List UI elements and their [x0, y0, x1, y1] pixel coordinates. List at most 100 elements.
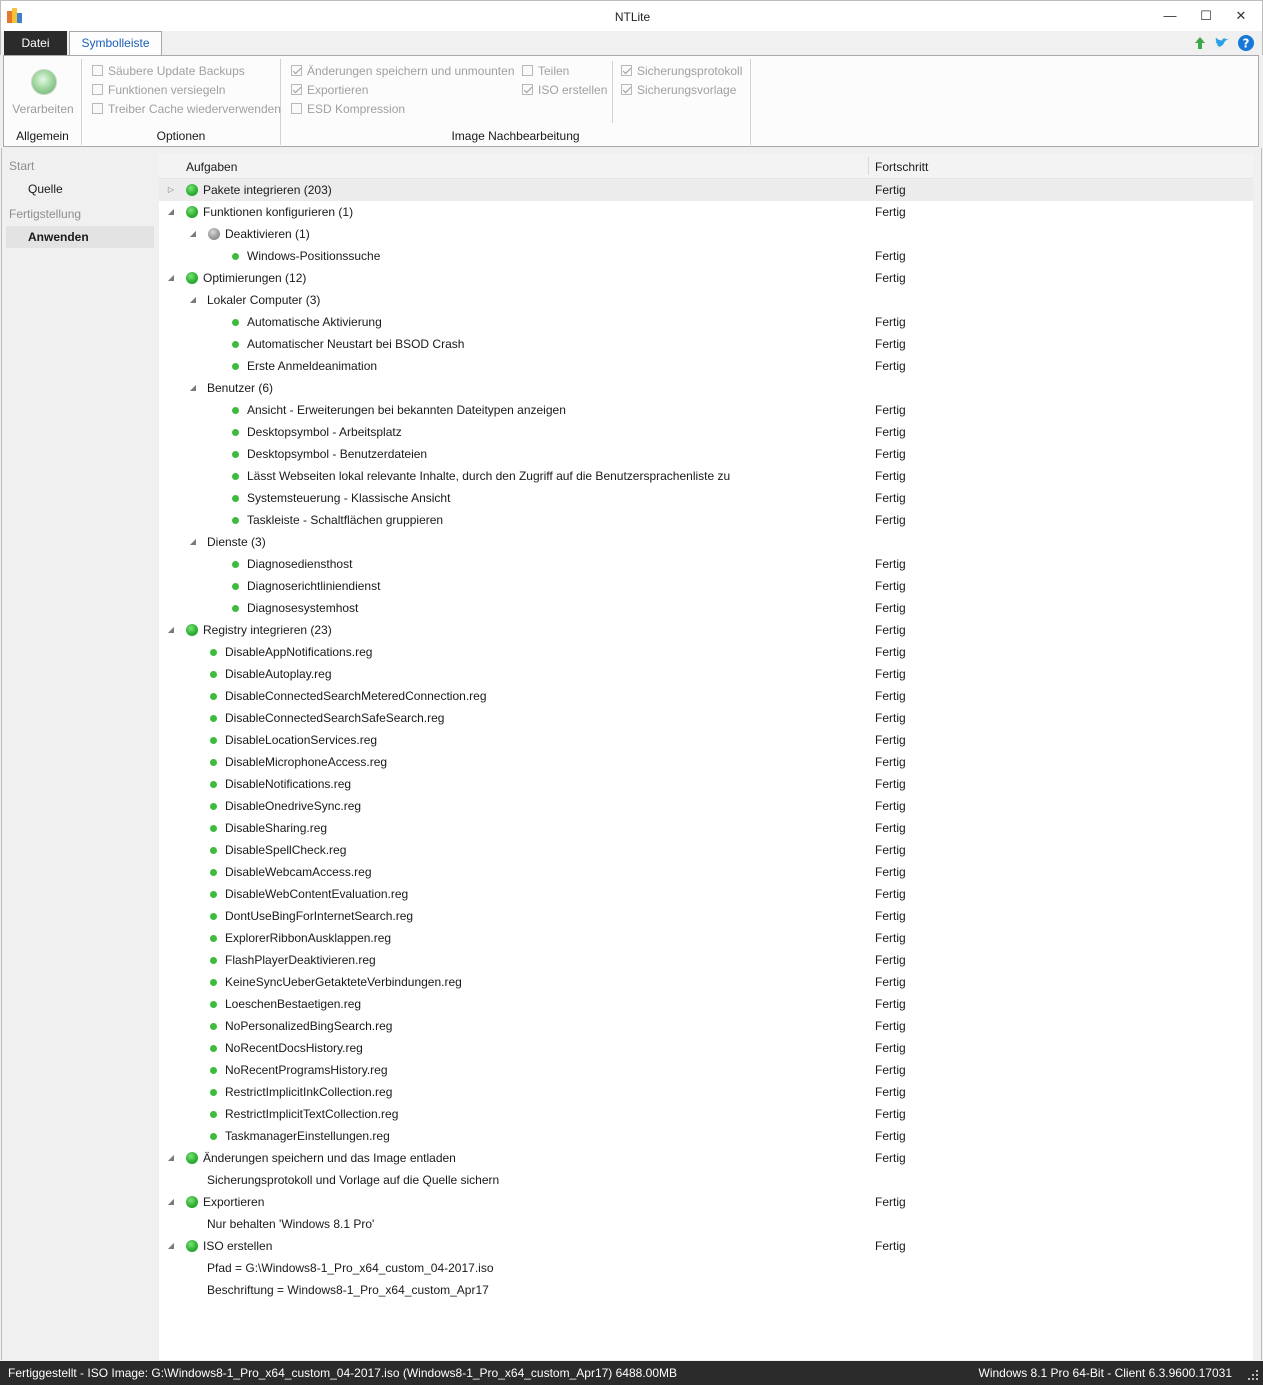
table-row[interactable]: ExplorerRibbonAusklappen.reg Fertig [159, 927, 1253, 949]
table-row[interactable]: TaskmanagerEinstellungen.reg Fertig [159, 1125, 1253, 1147]
table-row[interactable]: RestrictImplicitTextCollection.reg Fertig [159, 1103, 1253, 1125]
collapse-arrow-icon[interactable]: ◢ [166, 1147, 176, 1169]
checkbox-iso-erstellen[interactable]: ISO erstellen [522, 82, 607, 98]
maximize-button[interactable]: ☐ [1191, 5, 1221, 27]
table-row[interactable]: ◢ Funktionen konfigurieren (1) Fertig [159, 201, 1253, 223]
table-row[interactable]: DisableOnedriveSync.reg Fertig [159, 795, 1253, 817]
collapse-arrow-icon[interactable]: ◢ [166, 1191, 176, 1213]
close-button[interactable]: ✕ [1226, 5, 1256, 27]
table-row[interactable]: NoPersonalizedBingSearch.reg Fertig [159, 1015, 1253, 1037]
tab-symbolleiste[interactable]: Symbolleiste [69, 31, 162, 56]
table-row[interactable]: LoeschenBestaetigen.reg Fertig [159, 993, 1253, 1015]
table-row[interactable]: DisableSpellCheck.reg Fertig [159, 839, 1253, 861]
tab-datei[interactable]: Datei [4, 31, 67, 55]
checkbox-treiber-cache[interactable]: Treiber Cache wiederverwenden [92, 101, 281, 117]
table-row[interactable]: DisableConnectedSearchSafeSearch.reg Fert… [159, 707, 1253, 729]
table-row[interactable]: Nur behalten 'Windows 8.1 Pro' [159, 1213, 1253, 1235]
status-ok-icon [232, 429, 239, 436]
twitter-icon[interactable] [1213, 34, 1231, 52]
table-row[interactable]: ◢ ISO erstellen Fertig [159, 1235, 1253, 1257]
checkbox-esd-kompression[interactable]: ESD Kompression [291, 101, 405, 117]
table-row[interactable]: DisableWebContentEvaluation.reg Fertig [159, 883, 1253, 905]
table-row[interactable]: DisableLocationServices.reg Fertig [159, 729, 1253, 751]
table-row[interactable]: Diagnoserichtliniendienst Fertig [159, 575, 1253, 597]
table-row[interactable]: DontUseBingForInternetSearch.reg Fertig [159, 905, 1253, 927]
table-row[interactable]: Beschriftung = Windows8-1_Pro_x64_custom… [159, 1279, 1253, 1301]
task-label: ExplorerRibbonAusklappen.reg [225, 931, 392, 945]
task-label: DisableNotifications.reg [225, 777, 352, 791]
table-row[interactable]: DisableConnectedSearchMeteredConnection.… [159, 685, 1253, 707]
column-header-aufgaben[interactable]: Aufgaben [186, 160, 237, 174]
status-ok-icon [210, 803, 217, 810]
table-row[interactable]: ◢ Benutzer (6) [159, 377, 1253, 399]
minimize-button[interactable]: — [1155, 5, 1185, 27]
checkbox-sicherungsprotokoll[interactable]: Sicherungsprotokoll [621, 63, 742, 79]
table-row[interactable]: NoRecentProgramsHistory.reg Fertig [159, 1059, 1253, 1081]
table-row[interactable]: ◢ Änderungen speichern und das Image entl… [159, 1147, 1253, 1169]
table-row[interactable]: DisableSharing.reg Fertig [159, 817, 1253, 839]
status-right-text: Windows 8.1 Pro 64-Bit - Client 6.3.9600… [978, 1366, 1232, 1380]
collapse-arrow-icon[interactable]: ◢ [188, 531, 198, 553]
task-progress: Fertig [875, 975, 906, 989]
task-progress: Fertig [875, 205, 906, 219]
column-separator[interactable] [868, 157, 869, 175]
collapse-arrow-icon[interactable]: ◢ [188, 223, 198, 245]
checkbox-aenderungen-speichern[interactable]: Änderungen speichern und unmounten [291, 63, 515, 79]
table-row[interactable]: Ansicht - Erweiterungen bei bekannten Da… [159, 399, 1253, 421]
column-header-fortschritt[interactable]: Fortschritt [875, 160, 928, 174]
status-ok-icon [186, 1152, 198, 1164]
table-row[interactable]: ▷ Pakete integrieren (203) Fertig [159, 179, 1253, 201]
checkbox-funktionen-versiegeln[interactable]: Funktionen versiegeln [92, 82, 225, 98]
table-row[interactable]: Taskleiste - Schaltflächen gruppieren Fer… [159, 509, 1253, 531]
collapse-arrow-icon[interactable]: ◢ [166, 267, 176, 289]
task-progress: Fertig [875, 601, 906, 615]
nav-item-quelle[interactable]: Quelle [6, 178, 154, 200]
table-row[interactable]: Windows-Positionssuche Fertig [159, 245, 1253, 267]
table-row[interactable]: Erste Anmeldeanimation Fertig [159, 355, 1253, 377]
collapse-arrow-icon[interactable]: ◢ [166, 1235, 176, 1257]
table-row[interactable]: RestrictImplicitInkCollection.reg Fertig [159, 1081, 1253, 1103]
table-row[interactable]: ◢ Dienste (3) [159, 531, 1253, 553]
table-row[interactable]: ◢ Registry integrieren (23) Fertig [159, 619, 1253, 641]
table-row[interactable]: Diagnosesystemhost Fertig [159, 597, 1253, 619]
update-arrow-icon[interactable] [1191, 34, 1209, 52]
collapse-arrow-icon[interactable]: ◢ [166, 201, 176, 223]
help-icon[interactable]: ? [1237, 34, 1255, 52]
task-progress: Fertig [875, 315, 906, 329]
collapse-arrow-icon[interactable]: ◢ [188, 289, 198, 311]
collapse-arrow-icon[interactable]: ◢ [188, 377, 198, 399]
table-row[interactable]: NoRecentDocsHistory.reg Fertig [159, 1037, 1253, 1059]
table-row[interactable]: Desktopsymbol - Arbeitsplatz Fertig [159, 421, 1253, 443]
table-row[interactable]: Automatischer Neustart bei BSOD Crash Fer… [159, 333, 1253, 355]
table-row[interactable]: Automatische Aktivierung Fertig [159, 311, 1253, 333]
collapse-arrow-icon[interactable]: ◢ [166, 619, 176, 641]
checkbox-sicherungsvorlage[interactable]: Sicherungsvorlage [621, 82, 736, 98]
table-row[interactable]: DisableWebcamAccess.reg Fertig [159, 861, 1253, 883]
status-ok-icon [232, 561, 239, 568]
table-row[interactable]: DisableNotifications.reg Fertig [159, 773, 1253, 795]
table-row[interactable]: Pfad = G:\Windows8-1_Pro_x64_custom_04-2… [159, 1257, 1253, 1279]
table-row[interactable]: KeineSyncUeberGetakteteVerbindungen.reg F… [159, 971, 1253, 993]
checkbox-saeubere-update-backups[interactable]: Säubere Update Backups [92, 63, 245, 79]
table-row[interactable]: Systemsteuerung - Klassische Ansicht Fert… [159, 487, 1253, 509]
nav-item-anwenden[interactable]: Anwenden [6, 226, 154, 248]
task-label: Lokaler Computer (3) [207, 293, 321, 307]
table-row[interactable]: ◢ Deaktivieren (1) [159, 223, 1253, 245]
resize-grip-icon[interactable] [1247, 1369, 1259, 1381]
table-row[interactable]: DisableAppNotifications.reg Fertig [159, 641, 1253, 663]
checkbox-exportieren[interactable]: Exportieren [291, 82, 368, 98]
table-row[interactable]: Sicherungsprotokoll und Vorlage auf die … [159, 1169, 1253, 1191]
table-row[interactable]: FlashPlayerDeaktivieren.reg Fertig [159, 949, 1253, 971]
expand-arrow-icon[interactable]: ▷ [166, 179, 176, 201]
process-status-icon[interactable] [31, 69, 57, 95]
checkbox-teilen[interactable]: Teilen [522, 63, 569, 79]
table-row[interactable]: ◢ Optimierungen (12) Fertig [159, 267, 1253, 289]
process-button[interactable]: Verarbeiten [4, 102, 82, 116]
table-row[interactable]: ◢ Exportieren Fertig [159, 1191, 1253, 1213]
table-row[interactable]: Desktopsymbol - Benutzerdateien Fertig [159, 443, 1253, 465]
table-row[interactable]: DisableAutoplay.reg Fertig [159, 663, 1253, 685]
table-row[interactable]: Lässt Webseiten lokal relevante Inhalte,… [159, 465, 1253, 487]
table-row[interactable]: DisableMicrophoneAccess.reg Fertig [159, 751, 1253, 773]
table-row[interactable]: Diagnosediensthost Fertig [159, 553, 1253, 575]
table-row[interactable]: ◢ Lokaler Computer (3) [159, 289, 1253, 311]
